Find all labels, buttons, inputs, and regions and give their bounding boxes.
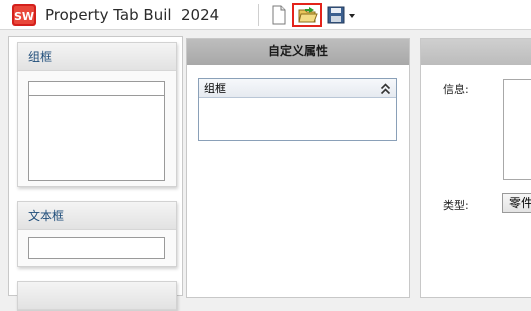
title-bar: SW Property Tab Builder 2024 [0, 0, 531, 30]
next-control[interactable] [17, 281, 177, 311]
type-select[interactable]: 零件 [502, 193, 531, 213]
info-label: 信息: [443, 83, 469, 96]
textbox-control[interactable]: 文本框 [17, 201, 177, 267]
groupbox-preview [18, 71, 176, 186]
toolbar-separator [258, 4, 259, 26]
solidworks-logo-icon: SW [12, 4, 36, 26]
controls-panel: 组框 文本框 [8, 36, 183, 311]
textbox-preview-field [28, 237, 165, 259]
group-label: 组框 [204, 82, 226, 95]
open-file-icon [297, 5, 319, 25]
collapse-double-chevron-icon[interactable] [380, 82, 391, 95]
control-label-empty [18, 282, 176, 310]
app-version: 2024 [181, 6, 220, 24]
panel-title: 自定义属性 [187, 39, 409, 65]
groupbox-preview-frame [28, 81, 165, 181]
properties-panel: 信息: 类型: 零件 [420, 38, 531, 298]
open-file-button[interactable] [292, 3, 322, 27]
groupbox-preview-header [29, 82, 164, 96]
group-header[interactable]: 组框 [199, 79, 396, 98]
app-title: Property Tab Builder [45, 6, 171, 24]
textbox-preview [18, 230, 176, 266]
properties-header [421, 39, 531, 65]
info-textarea[interactable] [503, 79, 531, 180]
type-label: 类型: [443, 199, 469, 212]
svg-text:SW: SW [14, 10, 34, 23]
group-box[interactable]: 组框 [198, 78, 397, 141]
control-label: 文本框 [18, 202, 176, 230]
save-icon[interactable] [327, 4, 345, 26]
control-label: 组框 [18, 43, 176, 71]
new-file-icon[interactable] [270, 4, 288, 26]
dropdown-arrow-icon[interactable] [347, 4, 357, 26]
custom-properties-panel: 自定义属性 组框 [186, 38, 410, 298]
groupbox-control[interactable]: 组框 [17, 42, 177, 187]
